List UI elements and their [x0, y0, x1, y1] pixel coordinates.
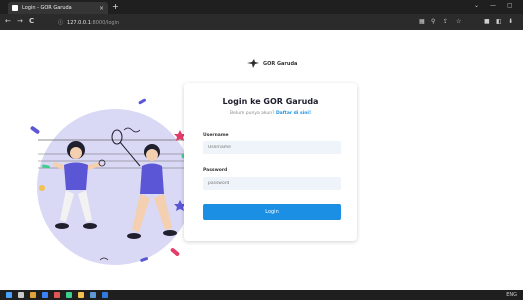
login-button[interactable]: Login	[203, 204, 341, 220]
url-host: 127.0.0.1	[67, 19, 91, 26]
username-input[interactable]	[203, 141, 341, 154]
edge-browser-icon[interactable]	[42, 292, 48, 298]
register-prompt: Belum punya akun? Daftar di sini!	[184, 111, 357, 116]
tab-favicon-icon	[12, 5, 18, 11]
illustration-background-circle	[37, 109, 193, 265]
forward-button[interactable]: →	[17, 18, 23, 25]
back-button[interactable]: ←	[5, 18, 11, 25]
login-title: Login ke GOR Garuda	[222, 97, 319, 106]
extensions-icon[interactable]: ■	[484, 18, 490, 25]
brand-logo: GOR Garuda	[247, 59, 297, 68]
file-explorer-icon[interactable]	[30, 292, 36, 298]
app-icon[interactable]	[102, 292, 108, 298]
register-link[interactable]: Daftar di sini!	[276, 111, 311, 116]
brand-name: GOR Garuda	[263, 60, 298, 67]
password-input[interactable]	[203, 177, 341, 190]
badminton-illustration	[30, 98, 193, 265]
new-tab-button[interactable]: +	[112, 3, 119, 11]
chrome-icon[interactable]	[78, 292, 84, 298]
register-prompt-text: Belum punya akun?	[229, 111, 275, 116]
vscode-icon[interactable]	[90, 292, 96, 298]
system-tray-language[interactable]: ENG	[506, 292, 517, 298]
share-icon[interactable]: ⇪	[443, 18, 448, 25]
url-path: :8000/login	[90, 19, 120, 26]
browser-tab-bar: Login - GOR Garuda × + ⌄ — ▢	[0, 0, 523, 14]
maximize-button[interactable]: ▢	[507, 2, 513, 9]
start-menu-icon[interactable]	[6, 292, 12, 298]
app-icon[interactable]	[54, 292, 60, 298]
tab-title: Login - GOR Garuda	[22, 5, 72, 11]
password-label: Password	[203, 168, 228, 173]
app-icon[interactable]	[66, 292, 72, 298]
minimize-button[interactable]: —	[490, 2, 496, 9]
address-bar[interactable]: ⓘ 127.0.0.1 :8000/login	[58, 18, 398, 27]
confetti-shape	[170, 248, 180, 256]
page-content: GOR Garuda Login ke GOR Garuda Belum pun…	[0, 30, 523, 290]
confetti-dot	[39, 185, 45, 191]
sidebar-icon[interactable]: ◧	[496, 18, 502, 25]
os-taskbar: ENG	[0, 290, 523, 300]
garuda-bird-icon	[247, 59, 259, 68]
search-icon[interactable]	[18, 292, 24, 298]
zoom-icon[interactable]: ⚲	[431, 18, 435, 25]
login-card: Login ke GOR Garuda Belum punya akun? Da…	[184, 83, 357, 241]
username-label: Username	[203, 133, 229, 138]
translate-icon[interactable]: ▦	[419, 18, 425, 25]
confetti-shape	[138, 98, 146, 105]
profile-icon[interactable]: ⬇	[508, 18, 513, 25]
tab-search-icon[interactable]: ⌄	[474, 2, 479, 9]
bookmark-star-icon[interactable]: ☆	[456, 18, 461, 25]
browser-tab[interactable]: Login - GOR Garuda ×	[8, 2, 108, 14]
confetti-shape	[30, 126, 40, 134]
reload-button[interactable]: C	[29, 18, 34, 25]
site-info-icon[interactable]: ⓘ	[58, 19, 63, 26]
browser-toolbar: ← → C ⓘ 127.0.0.1 :8000/login ▦ ⚲ ⇪ ☆ ■ …	[0, 14, 523, 30]
tab-close-icon[interactable]: ×	[99, 5, 104, 12]
